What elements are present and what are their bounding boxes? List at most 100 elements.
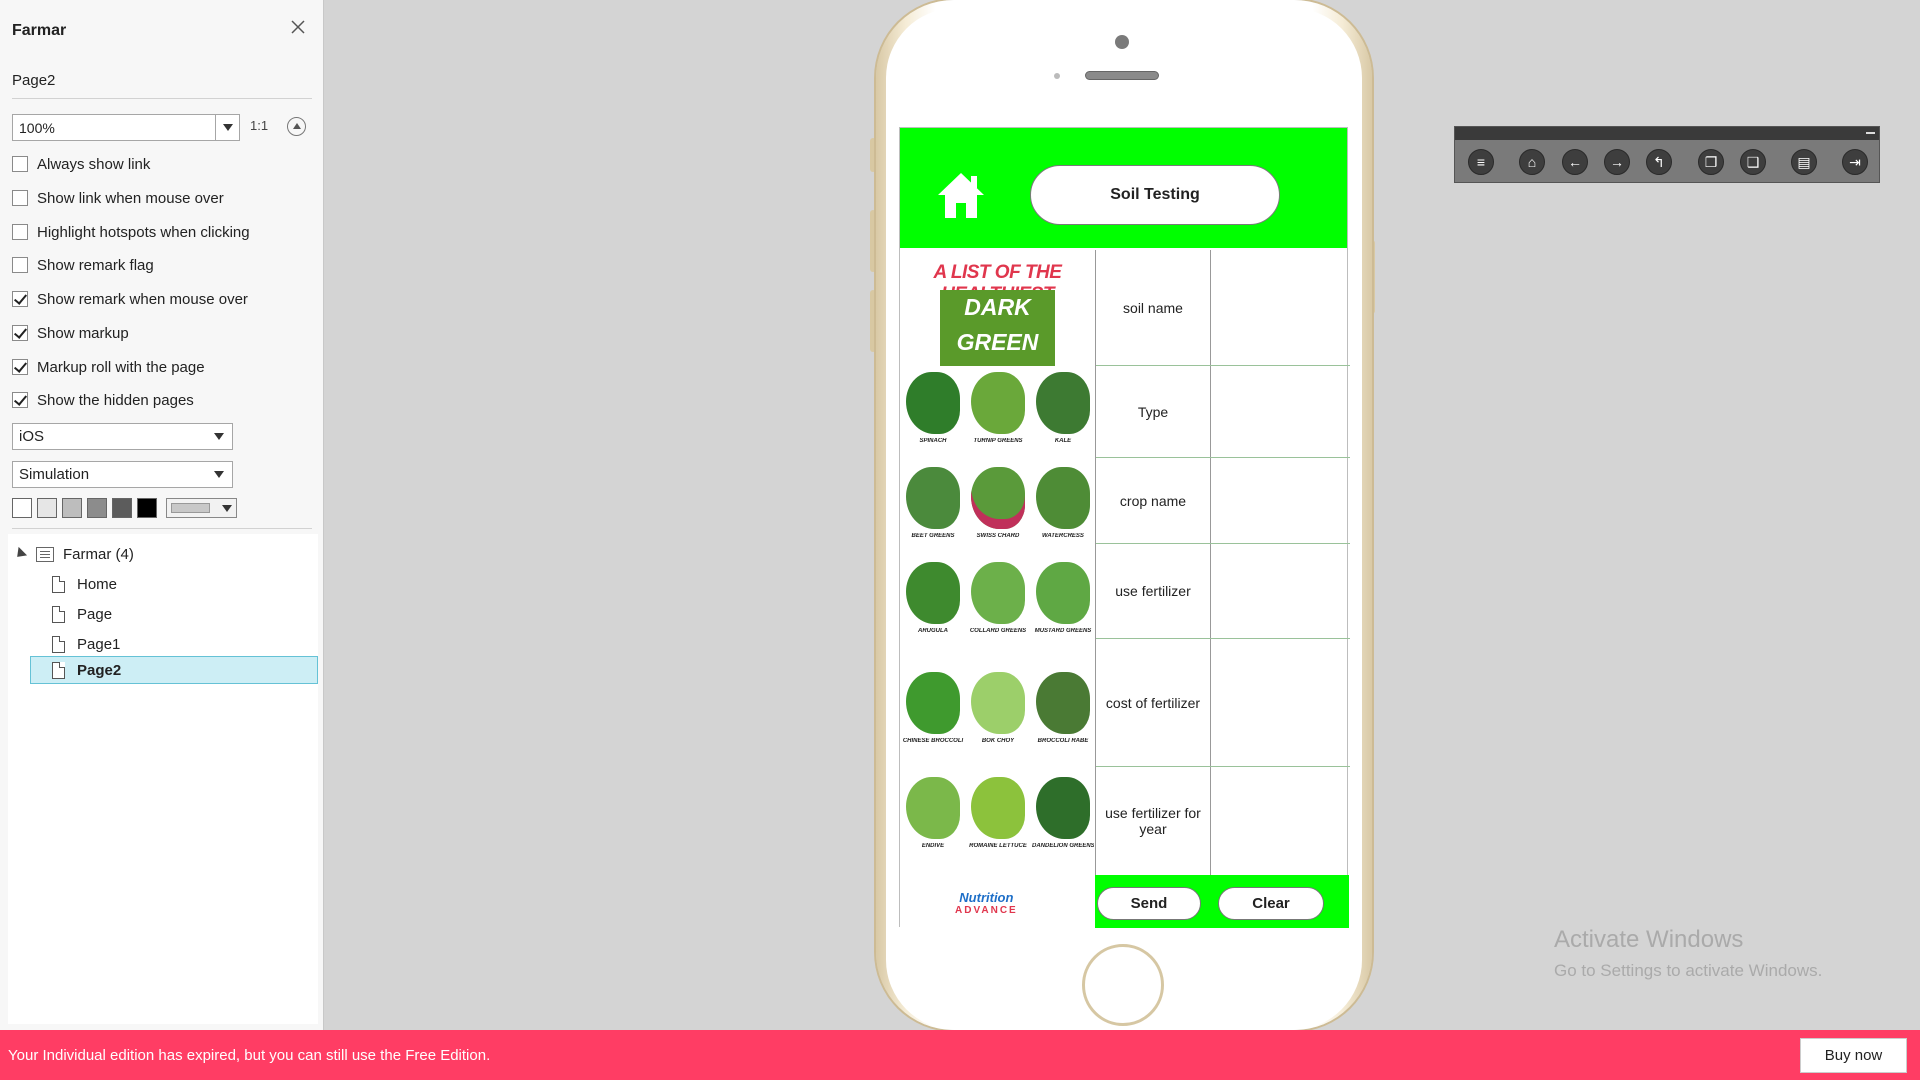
poster-title-box: DARK GREEN VEGETABLES (940, 290, 1094, 390)
license-banner: Your Individual edition has expired, but… (0, 1030, 1920, 1080)
app-screen: Soil Testing A LIST OF THE HEALTHIEST DA… (899, 127, 1350, 928)
form-actions: Send Clear (1095, 875, 1349, 928)
swatch[interactable] (62, 498, 82, 518)
activate-windows-title: Activate Windows (1554, 926, 1744, 953)
return-icon[interactable]: ↰ (1646, 149, 1672, 175)
background-swatches (12, 498, 237, 518)
collapse-up-icon[interactable] (287, 117, 306, 136)
vegetable-image: ENDIVE (902, 777, 964, 849)
form-row-crop-name: crop name (1096, 458, 1350, 544)
license-message: Your Individual edition has expired, but… (8, 1046, 491, 1064)
checkbox-checked[interactable] (12, 392, 28, 408)
activate-windows-subtitle: Go to Settings to activate Windows. (1554, 961, 1823, 980)
speaker-grille (1085, 71, 1159, 80)
close-icon[interactable] (287, 16, 309, 38)
swatch[interactable] (87, 498, 107, 518)
zoom-value: 100% (19, 119, 55, 136)
option-show-link-mouse-over[interactable]: Show link when mouse over (12, 188, 224, 208)
home-icon[interactable] (936, 170, 986, 220)
camera-icon (1115, 35, 1129, 49)
checkbox[interactable] (12, 224, 28, 240)
vegetable-image: KALE (1032, 372, 1094, 444)
swatch[interactable] (112, 498, 132, 518)
paste-page-icon[interactable]: ❑ (1740, 149, 1766, 175)
option-show-remark-flag[interactable]: Show remark flag (12, 255, 154, 275)
vegetable-image: BROCCOLI RABE (1032, 672, 1094, 744)
page-tree: Farmar (4) Home Page Page1 Page2 (8, 534, 318, 1024)
page-icon (52, 575, 65, 593)
vegetable-image: COLLARD GREENS (967, 562, 1029, 634)
form-row-soil-name: soil name (1096, 250, 1350, 366)
phone-home-button[interactable] (1082, 944, 1164, 1026)
page-title: Soil Testing (1030, 165, 1280, 225)
chevron-down-icon (214, 471, 224, 478)
divider (12, 528, 312, 529)
option-show-remark-mouse-over[interactable]: Show remark when mouse over (12, 289, 248, 309)
checkbox-checked[interactable] (12, 291, 28, 307)
exit-icon[interactable]: ⇥ (1842, 149, 1868, 175)
form-row-use-fertilizer: use fertilizer (1096, 544, 1350, 639)
preview-toolbar: ≡ ⌂ ← → ↰ ❐ ❑ ▤ ⇥ (1454, 126, 1880, 183)
vegetable-image: DANDELION GREENS (1032, 777, 1094, 849)
tree-root[interactable]: Farmar (4) (12, 540, 134, 568)
checkbox[interactable] (12, 257, 28, 273)
page-icon (52, 635, 65, 653)
clear-button[interactable]: Clear (1218, 887, 1324, 920)
chevron-down-icon (214, 433, 224, 440)
vegetable-image: BOK CHOY (967, 672, 1029, 744)
sensor (1054, 73, 1060, 79)
minimize-icon[interactable] (1866, 132, 1875, 134)
option-show-markup[interactable]: Show markup (12, 323, 129, 343)
swatch[interactable] (12, 498, 32, 518)
crop-name-field[interactable] (1211, 458, 1350, 543)
checkbox-checked[interactable] (12, 325, 28, 341)
soil-name-field[interactable] (1211, 250, 1350, 365)
tree-item-home[interactable]: Home (52, 570, 302, 598)
form-row-type: Type (1096, 366, 1350, 458)
zoom-select[interactable]: 100% (12, 114, 240, 141)
checkbox[interactable] (12, 190, 28, 206)
checkbox-checked[interactable] (12, 359, 28, 375)
menu-icon[interactable]: ≡ (1468, 149, 1494, 175)
vegetable-image: ARUGULA (902, 562, 964, 634)
option-highlight-hotspots[interactable]: Highlight hotspots when clicking (12, 222, 250, 242)
app-header: Soil Testing (900, 128, 1347, 248)
chevron-down-icon[interactable] (215, 115, 239, 140)
vegetables-poster: A LIST OF THE HEALTHIEST DARK GREEN VEGE… (900, 250, 1095, 927)
color-dropdown[interactable] (166, 498, 237, 518)
option-markup-roll[interactable]: Markup roll with the page (12, 357, 205, 377)
tree-item-page1[interactable]: Page1 (52, 630, 302, 658)
buy-now-button[interactable]: Buy now (1800, 1038, 1907, 1073)
home-icon[interactable]: ⌂ (1519, 149, 1545, 175)
device-select[interactable]: iOS (12, 423, 233, 450)
type-field[interactable] (1211, 366, 1350, 457)
vegetable-image: SPINACH (902, 372, 964, 444)
option-show-hidden-pages[interactable]: Show the hidden pages (12, 390, 194, 410)
swatch[interactable] (37, 498, 57, 518)
current-page-name: Page2 (12, 72, 56, 89)
toolbar-titlebar[interactable] (1455, 127, 1879, 140)
checkbox[interactable] (12, 156, 28, 172)
soil-form: soil name Type crop name use fertilizer … (1095, 250, 1350, 875)
expand-icon[interactable] (12, 546, 28, 562)
cost-of-fertilizer-field[interactable] (1211, 639, 1350, 766)
arrow-right-icon[interactable]: → (1604, 149, 1630, 175)
arrow-left-icon[interactable]: ← (1562, 149, 1588, 175)
use-fertilizer-field[interactable] (1211, 544, 1350, 638)
copy-page-icon[interactable]: ❐ (1698, 149, 1724, 175)
tree-item-page2[interactable]: Page2 (30, 656, 318, 684)
divider (12, 98, 312, 99)
mode-select[interactable]: Simulation (12, 461, 233, 488)
fertilizer-year-field[interactable] (1211, 767, 1350, 875)
page-icon (52, 605, 65, 623)
ratio-label[interactable]: 1:1 (250, 118, 268, 133)
document-icon[interactable]: ▤ (1791, 149, 1817, 175)
send-button[interactable]: Send (1097, 887, 1201, 920)
option-always-show-link[interactable]: Always show link (12, 154, 150, 174)
swatch[interactable] (137, 498, 157, 518)
form-row-cost-of-fertilizer: cost of fertilizer (1096, 639, 1350, 767)
panel-title: Farmar (12, 22, 67, 39)
vegetable-image: MUSTARD GREENS (1032, 562, 1094, 634)
sitemap-icon (36, 546, 54, 562)
tree-item-page[interactable]: Page (52, 600, 302, 628)
